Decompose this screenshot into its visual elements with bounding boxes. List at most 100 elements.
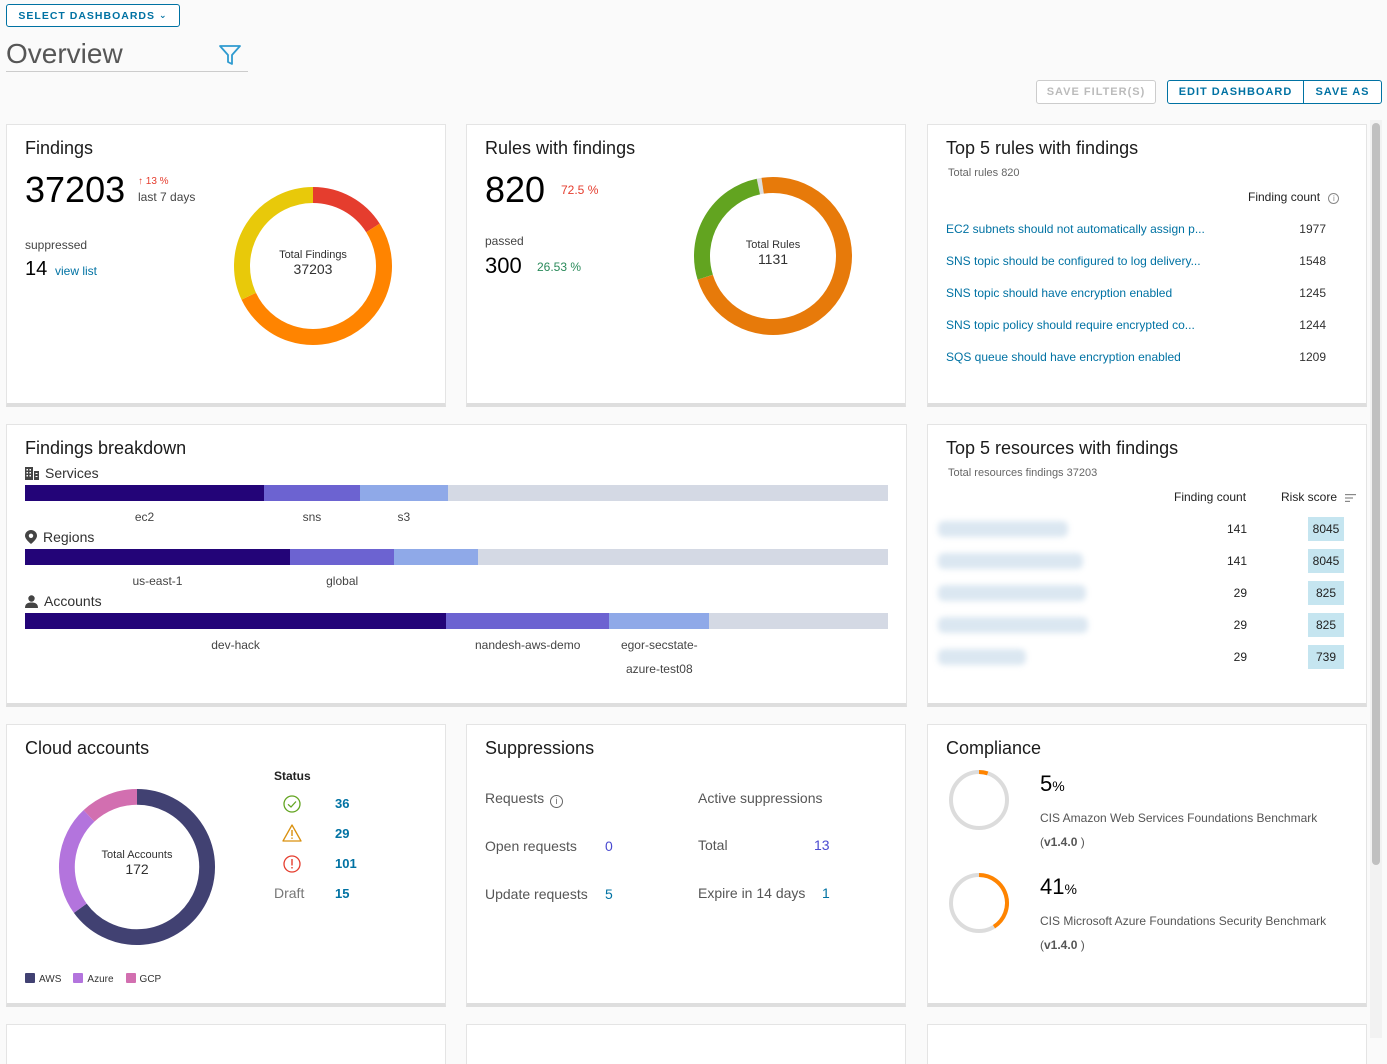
cloud-accounts-card: Cloud accounts Total Accounts 172 Status… xyxy=(6,724,446,1007)
risk-score-badge: 8045 xyxy=(1308,549,1344,573)
rule-link[interactable]: SQS queue should have encryption enabled xyxy=(946,350,1181,364)
donut-slice-high[interactable] xyxy=(241,223,392,345)
status-ok-count[interactable]: 36 xyxy=(335,796,349,811)
bar-label: sns xyxy=(302,510,322,524)
bar-segment-dev-hack[interactable] xyxy=(25,613,447,629)
bar-segment-s3[interactable] xyxy=(359,485,448,501)
donut-label: Total Accounts xyxy=(101,849,173,861)
info-icon[interactable]: i xyxy=(550,795,564,808)
bar-segment-global[interactable] xyxy=(289,549,395,565)
ring-progress xyxy=(978,873,1009,929)
donut-value: 172 xyxy=(125,861,149,877)
map-pin-icon xyxy=(25,530,37,544)
arrow-up-icon: ↑ xyxy=(138,176,143,187)
info-icon[interactable]: i xyxy=(1328,193,1340,204)
findings-card: Findings 37203 ↑ 13 % last 7 days suppre… xyxy=(6,124,446,407)
breakdown-title: Findings breakdown xyxy=(25,438,187,458)
rule-count: 1244 xyxy=(1299,318,1326,332)
resource-row[interactable]: 29 825 xyxy=(938,613,1346,637)
findings-breakdown-card: Findings breakdown Services Regions Acco… xyxy=(6,424,907,707)
redacted-resource-name xyxy=(938,521,1068,537)
accounts-bar xyxy=(25,613,888,629)
status-label: Status xyxy=(274,769,311,783)
donut-slice-critical[interactable] xyxy=(312,187,380,233)
rules-donut-center: Total Rules 1131 xyxy=(712,239,834,267)
legend-item-azure[interactable]: Azure xyxy=(73,973,114,985)
bar-segment-ec2[interactable] xyxy=(25,485,265,501)
total-count[interactable]: 13 xyxy=(814,837,830,853)
finding-count-header[interactable]: Finding count xyxy=(1174,490,1246,504)
update-requests-count[interactable]: 5 xyxy=(605,886,613,902)
risk-score-header[interactable]: Risk score xyxy=(1281,490,1357,505)
rule-link[interactable]: EC2 subnets should not automatically ass… xyxy=(946,222,1205,236)
user-icon xyxy=(25,594,38,608)
cloud-accounts-legend: AWS Azure GCP xyxy=(25,973,161,985)
bar-segment-egor-secstate-azure-test08[interactable] xyxy=(609,613,710,629)
resource-row[interactable]: 29 739 xyxy=(938,645,1346,669)
bar-segment-nandesh-aws-demo[interactable] xyxy=(446,613,610,629)
legend-swatch xyxy=(73,973,84,983)
status-error-count[interactable]: 101 xyxy=(335,856,357,871)
rule-row: SNS topic should be configured to log de… xyxy=(946,254,1326,268)
rule-link[interactable]: SNS topic should be configured to log de… xyxy=(946,254,1201,268)
rule-link[interactable]: SNS topic should have encryption enabled xyxy=(946,286,1172,300)
check-circle-icon xyxy=(283,795,301,818)
sort-icon[interactable] xyxy=(1345,491,1357,505)
select-dashboards-label: SELECT DASHBOARDS xyxy=(18,9,156,22)
legend-item-aws[interactable]: AWS xyxy=(25,973,61,985)
findings-donut-center: Total Findings 37203 xyxy=(252,249,374,277)
rule-row: EC2 subnets should not automatically ass… xyxy=(946,222,1326,236)
risk-score-badge: 825 xyxy=(1308,581,1344,605)
bar-segment-remaining xyxy=(478,549,888,565)
suppressions-title: Suppressions xyxy=(485,738,595,758)
ring-track xyxy=(949,770,1009,830)
bar-segment-sns[interactable] xyxy=(264,485,360,501)
regions-bar xyxy=(25,549,888,565)
status-warning-count[interactable]: 29 xyxy=(335,826,349,841)
resource-finding-count: 29 xyxy=(1233,650,1247,664)
donut-label: Total Rules xyxy=(745,239,801,251)
save-as-button[interactable]: SAVE AS xyxy=(1303,80,1382,104)
bar-segment-us-east-1[interactable] xyxy=(25,549,290,565)
top-rules-card: Top 5 rules with findings Total rules 82… xyxy=(927,124,1367,407)
open-requests-count[interactable]: 0 xyxy=(605,838,613,854)
rules-with-findings: 820 xyxy=(485,169,546,210)
bar-segment-other[interactable] xyxy=(394,549,479,565)
resource-row[interactable]: 141 8045 xyxy=(938,549,1346,573)
bar-label: ec2 xyxy=(134,510,155,524)
accounts-donut-center: Total Accounts 172 xyxy=(77,849,197,877)
edit-dashboard-button[interactable]: EDIT DASHBOARD xyxy=(1167,80,1304,104)
resource-row[interactable]: 141 8045 xyxy=(938,517,1346,541)
view-list-link[interactable]: view list xyxy=(55,264,97,278)
expire-count[interactable]: 1 xyxy=(822,885,830,901)
donut-slice-medium[interactable] xyxy=(234,187,314,300)
rule-row: SQS queue should have encryption enabled… xyxy=(946,350,1326,364)
risk-score-badge: 825 xyxy=(1308,613,1344,637)
rule-count: 1245 xyxy=(1299,286,1326,300)
compliance-name-azure[interactable]: CIS Microsoft Azure Foundations Security… xyxy=(1040,914,1326,928)
save-filters-button[interactable]: SAVE FILTER(S) xyxy=(1036,80,1156,104)
donut-slice-other[interactable] xyxy=(756,177,764,195)
findings-trend-period: last 7 days xyxy=(138,190,196,204)
suppressions-card: Suppressions Requests i Active suppressi… xyxy=(466,724,906,1007)
filter-icon[interactable] xyxy=(218,44,242,71)
passed-count: 300 xyxy=(485,253,522,278)
status-draft-count[interactable]: 15 xyxy=(335,886,349,901)
rule-link[interactable]: SNS topic policy should require encrypte… xyxy=(946,318,1195,332)
select-dashboards-button[interactable]: SELECT DASHBOARDS ⌄ xyxy=(6,4,180,27)
resource-row[interactable]: 29 825 xyxy=(938,581,1346,605)
risk-score-badge: 8045 xyxy=(1308,517,1344,541)
dashboard-card-partial xyxy=(927,1024,1367,1064)
dashboard-card-partial xyxy=(6,1024,446,1064)
legend-item-gcp[interactable]: GCP xyxy=(125,973,161,985)
requests-label: Requests i xyxy=(485,790,564,808)
compliance-name-aws[interactable]: CIS Amazon Web Services Foundations Benc… xyxy=(1040,811,1317,825)
findings-title: Findings xyxy=(25,138,94,158)
bar-label: nandesh-aws-demo xyxy=(474,638,581,652)
status-draft-label: Draft xyxy=(274,885,305,901)
scrollbar-thumb[interactable] xyxy=(1372,123,1380,865)
page-title: Overview xyxy=(6,38,123,69)
compliance-pct-azure: 41% xyxy=(1040,874,1077,899)
resource-finding-count: 29 xyxy=(1233,586,1247,600)
donut-slice-gcp[interactable] xyxy=(83,788,138,822)
